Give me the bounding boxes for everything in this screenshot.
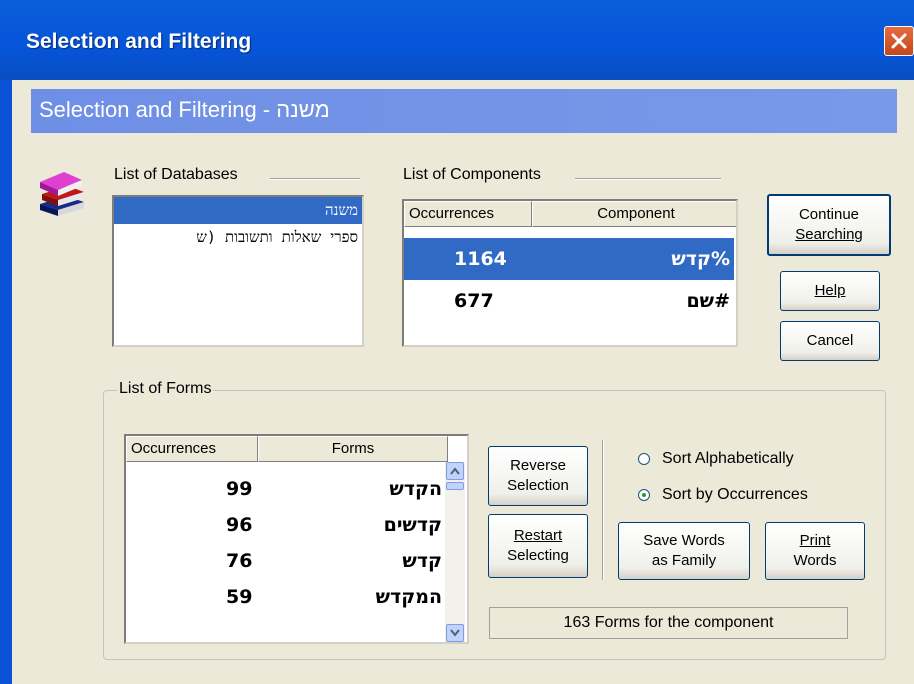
form-count: 96 <box>226 514 253 536</box>
occurrence-count: 677 <box>454 290 494 312</box>
form-word: קדש <box>402 550 442 572</box>
reverse-label-1: Reverse <box>510 457 566 474</box>
separator <box>602 440 604 580</box>
header-banner: Selection and Filtering - משנה <box>31 89 897 133</box>
title-bar[interactable]: Selection and Filtering <box>0 0 914 80</box>
save-label-1: Save Words <box>643 532 725 549</box>
column-header-occurrences[interactable]: Occurrences <box>126 436 258 462</box>
close-icon <box>891 33 907 49</box>
databases-listbox[interactable]: משנה ספרי שאלות ותשובות (ש <box>112 195 364 347</box>
reverse-selection-button[interactable]: Reverse Selection <box>488 446 588 506</box>
form-row[interactable]: 76 קדש <box>126 544 446 580</box>
books-icon <box>40 172 84 216</box>
sort-by-occurrences-radio[interactable]: Sort by Occurrences <box>638 486 808 504</box>
save-words-as-family-button[interactable]: Save Words as Family <box>618 522 750 580</box>
form-word: קדשים <box>383 514 442 536</box>
components-listbox[interactable]: Occurrences Component 1164 %קדש 677 #שם <box>402 199 738 347</box>
form-word: המקדש <box>375 586 442 608</box>
component-word: %קדש <box>671 248 730 270</box>
window-border <box>0 80 12 684</box>
status-text: 163 Forms for the component <box>489 607 848 639</box>
forms-listbox[interactable]: Occurrences Forms 99 הקדש 96 קדשים 76 קד… <box>124 434 469 644</box>
occurrence-count: 1164 <box>454 248 507 270</box>
databases-label: List of Databases <box>112 166 240 184</box>
column-header-component[interactable]: Component <box>532 201 736 227</box>
continue-label-2: Searching <box>795 226 863 243</box>
continue-label-1: Continue <box>798 206 860 223</box>
help-button[interactable]: Help <box>780 271 880 311</box>
component-word: #שם <box>686 290 730 312</box>
close-button[interactable] <box>884 26 914 56</box>
databases-group-line <box>270 178 360 180</box>
radio-button[interactable] <box>638 489 650 501</box>
forms-scrollbar[interactable] <box>445 462 465 642</box>
help-label: Help <box>814 282 846 299</box>
components-group-line <box>575 178 721 180</box>
chevron-up-icon <box>450 467 460 475</box>
form-count: 59 <box>226 586 253 608</box>
sort-occ-label: Sort by Occurrences <box>662 486 808 503</box>
scroll-thumb[interactable] <box>446 482 464 490</box>
print-label-2: Words <box>793 552 837 569</box>
reverse-label-2: Selection <box>507 477 569 494</box>
form-count: 99 <box>226 478 253 500</box>
restart-label-1: Restart <box>513 527 563 544</box>
component-row[interactable]: 677 #שם <box>404 280 734 322</box>
restart-selecting-button[interactable]: Restart Selecting <box>488 514 588 578</box>
database-item[interactable]: ספרי שאלות ותשובות (ש <box>114 224 362 251</box>
cancel-button[interactable]: Cancel <box>780 321 880 361</box>
dialog-window: Selection and Filtering Selection and Fi… <box>0 0 914 684</box>
banner-title: Selection and Filtering - משנה <box>39 97 330 122</box>
continue-searching-button[interactable]: Continue Searching <box>767 194 891 256</box>
window-title: Selection and Filtering <box>26 30 252 53</box>
column-header-forms[interactable]: Forms <box>258 436 448 462</box>
sort-alphabetically-radio[interactable]: Sort Alphabetically <box>638 450 794 468</box>
save-label-2: as Family <box>651 552 717 569</box>
components-label: List of Components <box>401 166 543 184</box>
forms-label: List of Forms <box>117 380 214 398</box>
print-label-1: Print <box>799 532 831 549</box>
radio-button[interactable] <box>638 453 650 465</box>
form-count: 76 <box>226 550 253 572</box>
scroll-up-button[interactable] <box>446 462 464 480</box>
column-header-occurrences[interactable]: Occurrences <box>404 201 532 227</box>
restart-label-2: Selecting <box>507 547 569 564</box>
scroll-down-button[interactable] <box>446 624 464 642</box>
cancel-label: Cancel <box>806 332 854 349</box>
form-word: הקדש <box>389 478 442 500</box>
component-row[interactable]: 1164 %קדש <box>404 238 734 280</box>
chevron-down-icon <box>450 629 460 637</box>
form-row[interactable]: 59 המקדש <box>126 580 446 616</box>
form-row[interactable]: 99 הקדש <box>126 472 446 508</box>
print-words-button[interactable]: Print Words <box>765 522 865 580</box>
database-item[interactable]: משנה <box>114 197 362 224</box>
sort-alpha-label: Sort Alphabetically <box>662 450 794 467</box>
form-row[interactable]: 96 קדשים <box>126 508 446 544</box>
